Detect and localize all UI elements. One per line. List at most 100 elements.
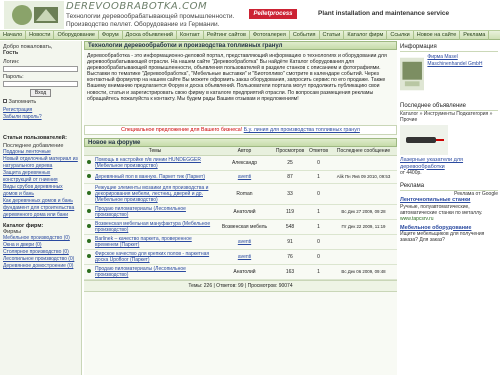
login-input[interactable] — [3, 66, 78, 72]
main-nav: Начало Новости Оборудование Форум Доска … — [0, 30, 500, 40]
info-heading: Информация — [400, 43, 498, 52]
login-button[interactable]: Вход — [29, 89, 52, 97]
topic-replies: 0 — [307, 183, 331, 205]
topic-last-post — [330, 249, 397, 265]
special-offer-link[interactable]: Б.у. линия для производства топливных гр… — [244, 127, 360, 133]
nav-item[interactable]: Фотогалерея — [250, 30, 290, 40]
topic-replies: 0 — [307, 249, 331, 265]
site-name[interactable]: DEREVOOBRABOTKA.COM — [66, 1, 207, 12]
ad-price: от 4400р. — [400, 170, 422, 176]
topic-link[interactable]: Деревянный пол в ванную. Паркет тик (Пар… — [95, 174, 205, 180]
article-link[interactable]: Поддоны ленточные — [3, 149, 78, 156]
topic-link[interactable]: Возвенская мебельная мануфактура (Мебель… — [95, 221, 210, 233]
topic-icon — [87, 238, 91, 243]
topic-author[interactable]: aventi — [238, 254, 251, 260]
article-link[interactable]: Как деревянных домов и бань фундамент дл… — [3, 198, 78, 219]
topic-views: 33 — [272, 183, 308, 205]
topic-link[interactable]: Продаю пиломатериалы (Лесопильное произв… — [95, 266, 186, 278]
catalog-link[interactable]: Деревянное домостроение (0) — [3, 263, 78, 270]
laser-pointer-image-icon[interactable] — [400, 125, 448, 155]
nav-item[interactable]: Каталог фирм — [344, 30, 388, 40]
nav-item[interactable]: События — [290, 30, 320, 40]
table-row: Возвенская мебельная мануфактура (Мебель… — [84, 219, 397, 235]
catalog-link[interactable]: Лесопильное производство (0) — [3, 256, 78, 263]
col-topics: Темы — [94, 147, 216, 156]
tagline-2: Производство пеллет. Оборудование из Гер… — [66, 21, 220, 28]
header: DEREVOOBRABOTKA.COM Технологии деревообр… — [0, 0, 500, 31]
ad1-text: Ручные, полуавтоматические, автоматическ… — [400, 203, 483, 216]
topic-author[interactable]: aventi — [238, 239, 251, 245]
ad2-text: Ищите мебельщиков для получения заказа? … — [400, 231, 485, 243]
ad1-url[interactable]: www.tapcsrv.ru — [400, 216, 498, 222]
topic-replies: 1 — [307, 219, 331, 235]
right-sidebar: Информация Фирма Masel Maschinenhandel G… — [398, 41, 500, 375]
topic-author: Возвенская мебель — [216, 219, 273, 235]
nav-item[interactable]: Форум — [99, 30, 123, 40]
article-link[interactable]: Виды срубов деревянных домов и бань — [3, 184, 78, 198]
catalog-link[interactable]: Столярное производство (0) — [3, 249, 78, 256]
topic-last-post[interactable]: Вс Дек 06 2009, 09:48 — [330, 264, 397, 280]
nav-item[interactable]: Начало — [0, 30, 27, 40]
company-link[interactable]: Фирма Masel Maschinenhandel GmbH — [427, 54, 498, 94]
nav-item[interactable]: Ссылки — [387, 30, 414, 40]
nav-item[interactable]: Реклама — [460, 30, 490, 40]
guest-name: Гость — [3, 50, 19, 56]
topic-replies: 1 — [307, 264, 331, 280]
topic-icon — [87, 253, 91, 258]
nav-item[interactable]: Новости — [26, 30, 55, 40]
table-row: Деревянный пол в ванную. Паркет тик (Пар… — [84, 170, 397, 184]
header-slogan: Plant installation and maintenance servi… — [318, 10, 450, 17]
article-link[interactable]: Защита деревянных конструкций от гниения — [3, 170, 78, 184]
pelletprocess-banner[interactable]: Pelletprocess — [249, 9, 297, 19]
topic-author: Roman — [216, 183, 273, 205]
topic-views: 87 — [272, 170, 308, 184]
table-row: Продаю пиломатериалы (Лесопильное произв… — [84, 204, 397, 220]
article-link[interactable]: Новый отделочный материал из натуральног… — [3, 156, 78, 170]
remember-checkbox[interactable] — [3, 99, 7, 103]
logo-icon — [4, 1, 64, 29]
intro-text: Деревообработка - это информационно-дело… — [87, 53, 387, 102]
topic-author: Анатолий — [216, 204, 273, 220]
topic-last-post[interactable]: Вс Дек 27 2009, 09:28 — [330, 204, 397, 220]
register-link[interactable]: Регистрация — [3, 107, 78, 114]
page-title: Технологии деревообработки и производств… — [84, 41, 397, 50]
table-row: Barlinek – качество паркета, проверенное… — [84, 234, 397, 250]
password-input[interactable] — [3, 81, 78, 87]
topic-replies: 0 — [307, 155, 331, 171]
articles-heading: Статьи пользователей: — [3, 135, 67, 141]
topic-views: 25 — [272, 155, 308, 171]
nav-item[interactable]: Контакт — [177, 30, 204, 40]
nav-item[interactable]: Статьи — [320, 30, 345, 40]
topic-link[interactable]: Продаю пиломатериалы (Лесопильное произв… — [95, 206, 186, 218]
catalog-link[interactable]: Мебельное производство (0) — [3, 235, 78, 242]
topic-icon — [87, 160, 91, 164]
col-author: Автор — [216, 147, 273, 156]
topic-link[interactable]: Помощь в настройке п/в линии HUNDEGGER (… — [95, 157, 201, 169]
topic-link[interactable]: Barlinek – качество паркета, проверенное… — [95, 236, 192, 248]
forgot-password-link[interactable]: Забыли пароль? — [3, 114, 78, 121]
topic-replies: 0 — [307, 234, 331, 250]
topic-replies: 1 — [307, 170, 331, 184]
forum-table: Темы Автор Просмотров Ответов Последнее … — [84, 147, 397, 280]
nav-item[interactable]: Оборудование — [54, 30, 99, 40]
forum-stats: Темы: 226 | Ответов: 99 | Просмотров: 90… — [84, 279, 397, 292]
nav-item[interactable]: Доска объявлений — [123, 30, 178, 40]
ad-link[interactable]: Лазерные указатели для деревообработки — [400, 157, 498, 170]
topic-last-post[interactable]: Alik Пн Янв 09 2010, 09:53 — [330, 170, 397, 184]
nav-item[interactable]: Рейтинг сайтов — [204, 30, 250, 40]
remember-label: Запомнить — [8, 99, 37, 105]
nav-item[interactable]: Новое на сайте — [414, 30, 461, 40]
topic-link[interactable]: Режущие элементы мозаики для производств… — [95, 185, 208, 203]
topic-author[interactable]: aventi — [238, 174, 251, 180]
special-offer-text: Специальное предложение для Вашего бизне… — [121, 127, 243, 133]
topic-replies: 1 — [307, 204, 331, 220]
company-image-icon[interactable] — [400, 54, 425, 94]
topic-views: 76 — [272, 249, 308, 265]
table-row: Фирское качество для крепких полов - пар… — [84, 249, 397, 265]
table-row: Режущие элементы мозаики для производств… — [84, 183, 397, 205]
topic-last-post[interactable]: Пт Дек 22 2009, 11:19 — [330, 219, 397, 235]
catalog-link[interactable]: Окна и двери (0) — [3, 242, 78, 249]
ad-path: Каталог » Инструменты Подкатегория » Про… — [400, 111, 493, 123]
topic-link[interactable]: Фирское качество для крепких полов - пар… — [95, 251, 209, 263]
col-replies: Ответов — [307, 147, 331, 156]
